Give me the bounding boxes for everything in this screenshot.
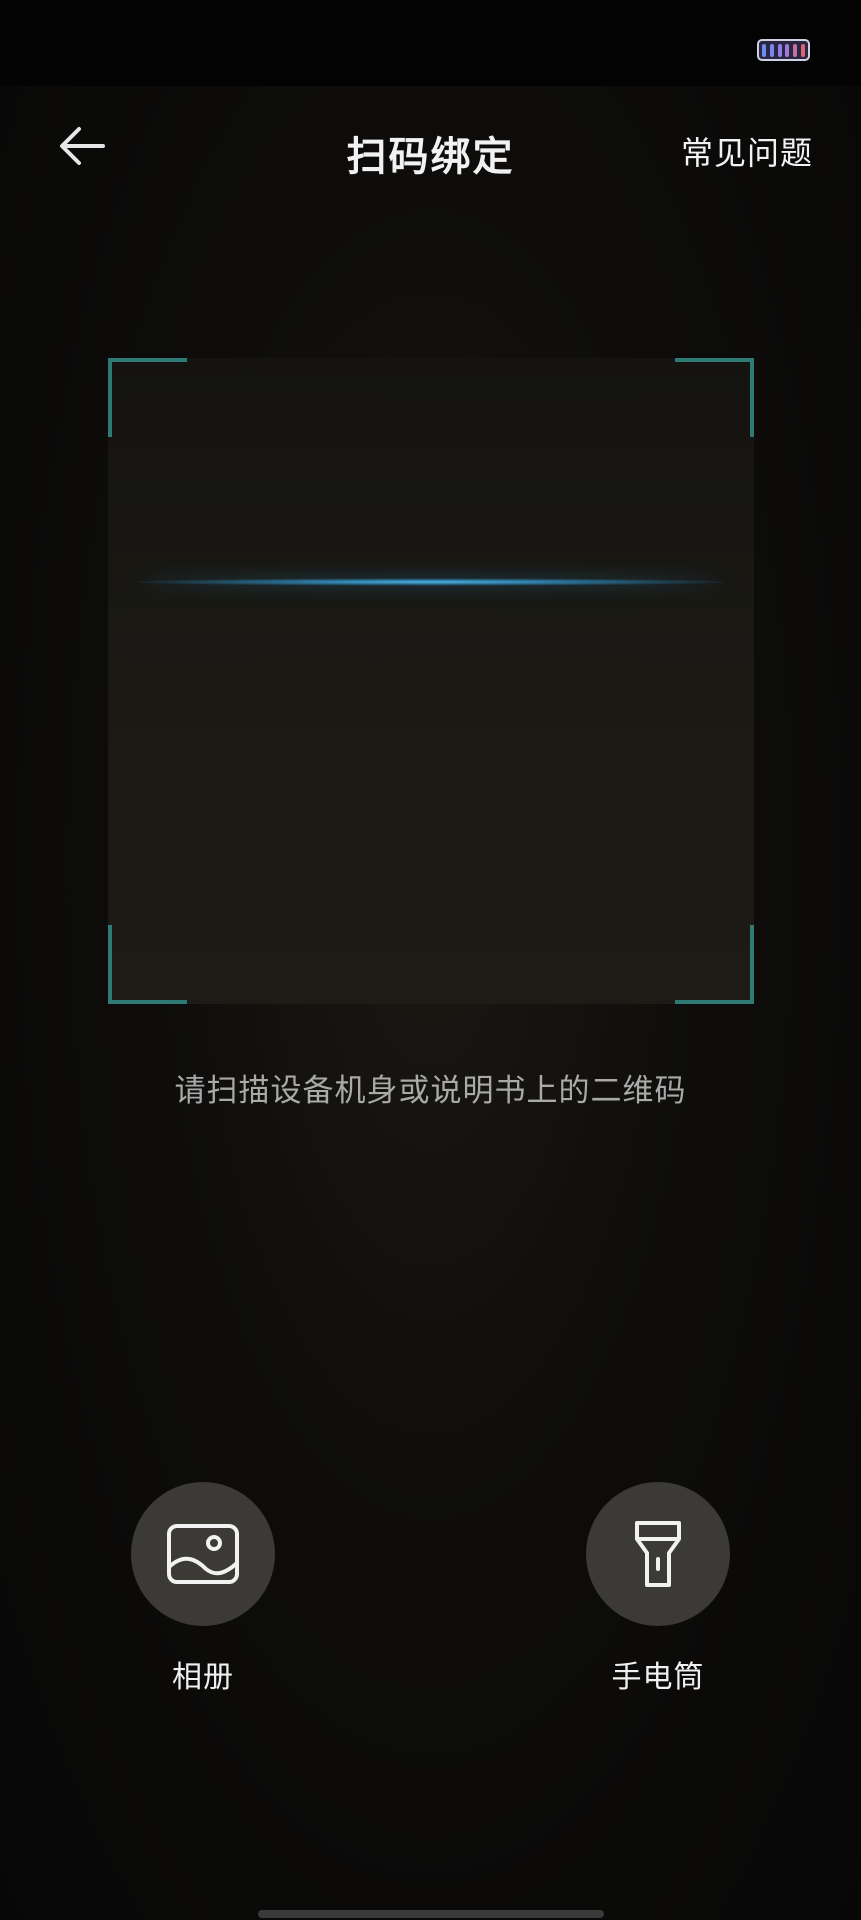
album-label: 相册 <box>172 1660 234 1695</box>
home-indicator[interactable] <box>258 1910 604 1918</box>
flashlight-tool: 手电筒 <box>586 1482 730 1696</box>
scan-line <box>138 578 724 586</box>
viewfinder-corner-top-left <box>108 358 187 437</box>
battery-icon <box>757 39 810 61</box>
top-nav-bar: 扫码绑定 常见问题 <box>0 86 861 206</box>
image-icon <box>167 1524 239 1584</box>
flashlight-label: 手电筒 <box>611 1660 705 1695</box>
scan-viewfinder <box>108 358 754 1004</box>
scan-hint-text: 请扫描设备机身或说明书上的二维码 <box>174 1073 687 1109</box>
album-tool: 相册 <box>131 1482 275 1696</box>
status-bar <box>0 0 861 86</box>
flashlight-icon <box>635 1521 681 1587</box>
viewfinder-corner-top-right <box>675 358 754 437</box>
flashlight-button[interactable] <box>586 1482 730 1626</box>
faq-link[interactable]: 常见问题 <box>681 128 813 174</box>
viewfinder-corner-bottom-right <box>675 925 754 1004</box>
album-button[interactable] <box>131 1482 275 1626</box>
scan-bind-screen: 扫码绑定 常见问题 请扫描设备机身或说明书上的二维码 相册 手电筒 <box>0 0 861 1920</box>
viewfinder-corner-bottom-left <box>108 925 187 1004</box>
